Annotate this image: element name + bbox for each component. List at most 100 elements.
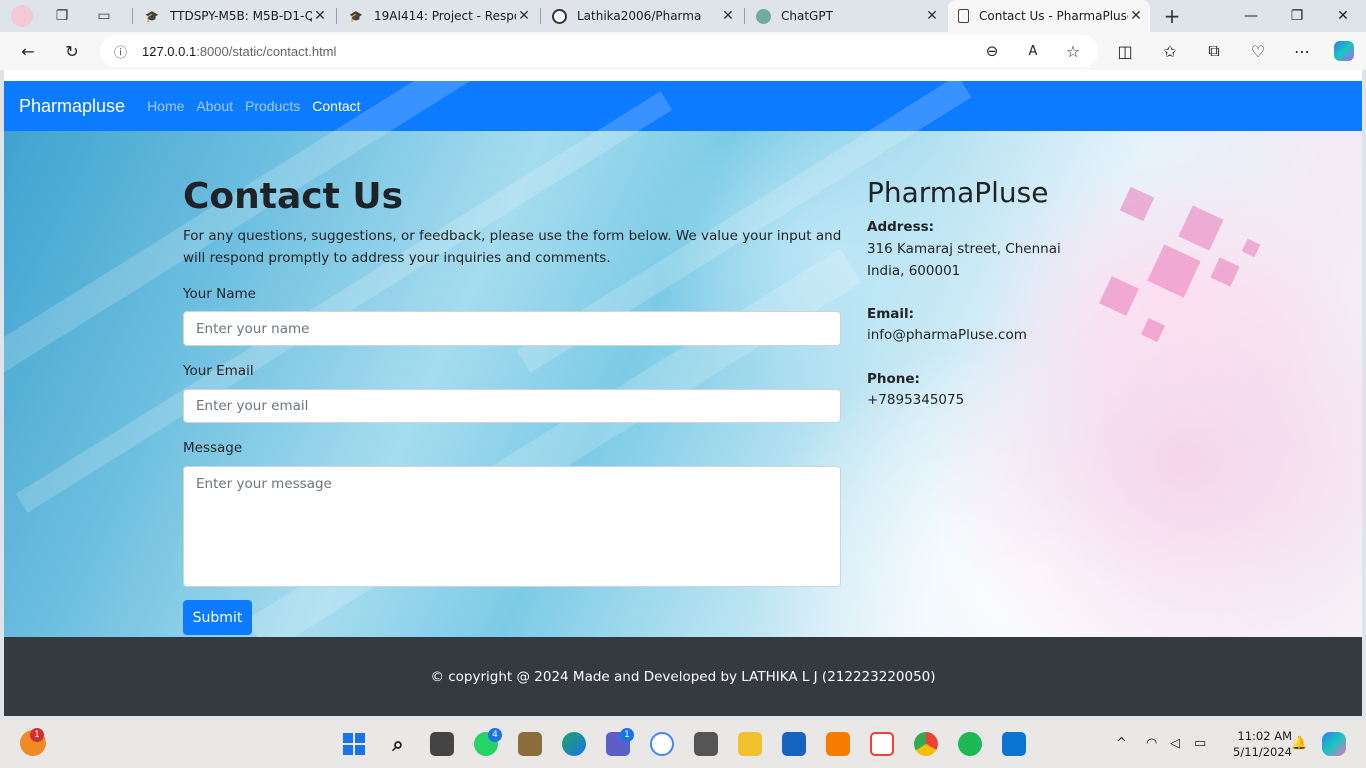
favorites-icon[interactable]: ✩ xyxy=(1156,37,1184,65)
moodle-icon: 🎓 xyxy=(349,9,363,23)
email-placeholder: Enter your email xyxy=(196,398,309,414)
message-textarea[interactable]: Enter your message xyxy=(183,466,841,587)
tab-separator xyxy=(744,8,745,24)
close-icon[interactable]: ✕ xyxy=(924,8,940,24)
teams-badge: 1 xyxy=(620,728,634,742)
zoom-out-icon[interactable]: ⊖ xyxy=(978,37,1006,65)
volume-icon[interactable]: ◁ xyxy=(1170,736,1180,751)
tab-strip: ❐ ▭ 🎓 TTDSPY-M5B: M5B-D1-Q1 ✕ 🎓 19AI414:… xyxy=(0,0,1366,32)
mail-app-icon[interactable] xyxy=(694,732,718,756)
url-text[interactable]: 127.0.0.1:8000/static/contact.html xyxy=(142,44,336,59)
tab-contact-us[interactable]: Contact Us - PharmaPluse ✕ xyxy=(948,0,1150,32)
decorative-square xyxy=(1178,205,1224,251)
browser-essentials-icon[interactable]: ♡ xyxy=(1244,37,1272,65)
phone-value: +7895345075 xyxy=(867,392,965,408)
name-label: Your Name xyxy=(183,286,256,302)
tab-chatgpt[interactable]: ChatGPT ✕ xyxy=(746,0,946,32)
chatgpt-icon xyxy=(756,8,771,24)
tab-separator xyxy=(540,8,541,24)
edge-icon[interactable] xyxy=(562,732,586,756)
collections-icon[interactable]: ⧉ xyxy=(1200,37,1228,65)
battery-icon[interactable]: ▭ xyxy=(1194,736,1206,751)
brand-logo[interactable]: Pharmapluse xyxy=(19,96,125,117)
decorative-square xyxy=(1099,276,1139,316)
file-explorer-icon[interactable] xyxy=(738,732,762,756)
tab-separator xyxy=(336,8,337,24)
new-tab-icon[interactable]: + xyxy=(1160,4,1184,28)
task-view-icon[interactable] xyxy=(430,732,454,756)
phone-label: Phone: xyxy=(867,371,920,387)
company-name: PharmaPluse xyxy=(867,176,1049,209)
tab-separator xyxy=(132,8,133,24)
chrome-icon[interactable] xyxy=(914,732,938,756)
contact-section: Contact Us For any questions, suggestion… xyxy=(4,70,1362,654)
nav-about[interactable]: About xyxy=(196,98,233,114)
page-icon xyxy=(958,9,969,23)
profile-avatar[interactable] xyxy=(10,4,34,28)
nav-products[interactable]: Products xyxy=(245,98,300,114)
message-placeholder: Enter your message xyxy=(196,476,332,492)
web-page: Pharmapluse Home About Products Contact … xyxy=(4,70,1362,716)
vscode-icon[interactable] xyxy=(1002,732,1026,756)
browser-toolbar: ← ↻ ⓘ 127.0.0.1:8000/static/contact.html… xyxy=(0,32,1366,70)
split-screen-icon[interactable]: ◫ xyxy=(1111,37,1139,65)
minimize-icon[interactable]: — xyxy=(1228,0,1274,32)
clock[interactable]: 11:02 AM 5/11/2024 xyxy=(1222,728,1292,760)
tab-title: TTDSPY-M5B: M5B-D1-Q1 xyxy=(170,9,312,23)
store-icon[interactable] xyxy=(782,732,806,756)
address-bar[interactable]: ⓘ 127.0.0.1:8000/static/contact.html xyxy=(100,35,1098,67)
weather-badge: 1 xyxy=(30,728,44,742)
submit-button[interactable]: Submit xyxy=(183,600,252,635)
spotify-icon[interactable] xyxy=(958,732,982,756)
back-icon[interactable]: ← xyxy=(14,37,42,65)
tab-title: ChatGPT xyxy=(781,9,833,23)
copilot-taskbar-icon[interactable] xyxy=(1322,732,1346,756)
tab-title: Contact Us - PharmaPluse xyxy=(979,9,1128,23)
close-window-icon[interactable]: ✕ xyxy=(1320,0,1366,32)
close-icon[interactable]: ✕ xyxy=(516,8,532,24)
tab-ttdspy[interactable]: 🎓 TTDSPY-M5B: M5B-D1-Q1 ✕ xyxy=(134,0,334,32)
message-label: Message xyxy=(183,440,243,456)
nav-home[interactable]: Home xyxy=(147,98,184,114)
footer: © copyright @ 2024 Made and Developed by… xyxy=(4,637,1362,716)
workspaces-icon[interactable]: ❐ xyxy=(50,4,74,28)
decorative-square xyxy=(1141,318,1165,342)
taskbar: 1 ⌕ 4 1 ^ ◠ ◁ ▭ 11:02 AM 5/11/2024 🔔 xyxy=(0,720,1366,768)
vertical-tabs-icon[interactable]: ▭ xyxy=(92,4,116,28)
tab-19ai414[interactable]: 🎓 19AI414: Project - Response ✕ xyxy=(338,0,538,32)
email-input[interactable]: Enter your email xyxy=(183,389,841,423)
decorative-square xyxy=(1119,186,1155,222)
read-aloud-icon[interactable]: A xyxy=(1019,37,1047,65)
intro-text: For any questions, suggestions, or feedb… xyxy=(183,228,842,266)
navbar: Pharmapluse Home About Products Contact xyxy=(4,81,1362,131)
close-icon[interactable]: ✕ xyxy=(312,8,328,24)
copilot-icon[interactable] xyxy=(1330,37,1358,65)
github-icon xyxy=(552,8,567,24)
name-input[interactable]: Enter your name xyxy=(183,311,841,346)
more-menu-icon[interactable]: ⋯ xyxy=(1288,37,1316,65)
decorative-square xyxy=(1210,257,1240,287)
tab-title: Lathika2006/Pharma xyxy=(577,9,702,23)
tab-title: 19AI414: Project - Response xyxy=(374,9,516,23)
moodle-app-icon[interactable] xyxy=(518,732,542,756)
start-icon[interactable] xyxy=(342,732,366,756)
site-info-icon[interactable]: ⓘ xyxy=(114,42,142,61)
email-info-value: info@pharmaPluse.com xyxy=(867,327,1027,343)
tab-github[interactable]: Lathika2006/Pharma ✕ xyxy=(542,0,742,32)
restore-icon[interactable]: ❐ xyxy=(1274,0,1320,32)
google-icon[interactable] xyxy=(650,732,674,756)
email-info-label: Email: xyxy=(867,306,915,322)
refresh-icon[interactable]: ↻ xyxy=(58,37,86,65)
notification-bell-icon[interactable]: 🔔 xyxy=(1291,736,1307,751)
search-icon[interactable]: ⌕ xyxy=(386,732,410,756)
chevron-up-icon[interactable]: ^ xyxy=(1116,736,1127,751)
wifi-icon[interactable]: ◠ xyxy=(1146,736,1157,751)
fus-app-icon[interactable] xyxy=(826,732,850,756)
nav-contact[interactable]: Contact xyxy=(312,98,360,114)
close-icon[interactable]: ✕ xyxy=(720,8,736,24)
favorite-star-icon[interactable]: ☆ xyxy=(1059,37,1087,65)
gmail-icon[interactable] xyxy=(870,732,894,756)
page-title: Contact Us xyxy=(183,176,404,217)
close-icon[interactable]: ✕ xyxy=(1128,8,1144,24)
copyright-text: © copyright @ 2024 Made and Developed by… xyxy=(430,668,936,685)
